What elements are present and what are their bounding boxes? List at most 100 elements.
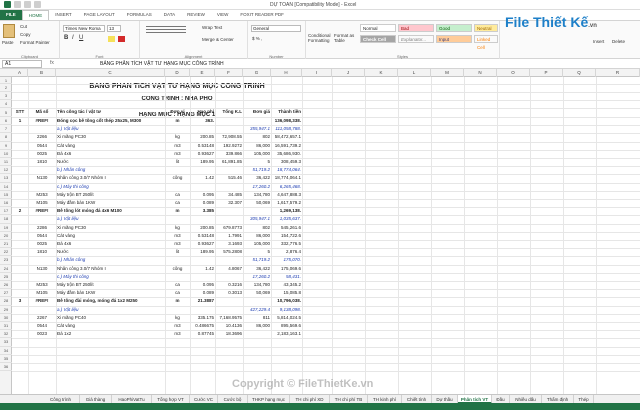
copy-button[interactable]: Copy — [20, 32, 31, 37]
undo-icon[interactable] — [24, 1, 31, 8]
cell[interactable]: 189.95 — [191, 249, 214, 254]
style-input[interactable]: Input — [436, 35, 472, 43]
column-header[interactable]: O — [497, 69, 530, 77]
tab-view[interactable]: VIEW — [211, 10, 235, 20]
cell[interactable]: 0544 — [29, 233, 55, 238]
row-header[interactable]: 24 — [0, 265, 12, 273]
cell[interactable]: 2266 — [29, 134, 55, 139]
row-header[interactable]: 4 — [0, 100, 12, 108]
style-bad[interactable]: Bad — [398, 24, 434, 32]
cell[interactable]: 679.8773 — [216, 225, 242, 230]
cell[interactable]: Máy đầm bàn 1KW — [57, 290, 164, 295]
cell[interactable]: Bê tông lót móng đá 4x6 M100 — [57, 208, 164, 213]
cell[interactable]: 0.089 — [191, 200, 214, 205]
cell[interactable]: 0.93627 — [191, 241, 214, 246]
format-painter-button[interactable]: Format Painter — [20, 40, 50, 45]
cell[interactable]: 0.486675 — [191, 323, 214, 328]
cell[interactable]: 0025 — [29, 241, 55, 246]
row-header[interactable]: 15 — [0, 191, 12, 199]
bold-icon[interactable]: B — [64, 35, 68, 41]
cell[interactable]: 36,422 — [244, 175, 270, 180]
cell[interactable]: #REF! — [29, 298, 55, 303]
tab-data[interactable]: DATA — [158, 10, 181, 20]
column-header[interactable]: M — [431, 69, 464, 77]
conditional-formatting-button[interactable]: Conditional Formatting — [308, 33, 331, 43]
cell[interactable]: m3 — [166, 241, 189, 246]
cell[interactable]: 58,472,657.1 — [272, 134, 301, 139]
cell[interactable]: công — [166, 266, 189, 271]
cell[interactable]: 105,000 — [244, 151, 270, 156]
cell[interactable]: 0.87745 — [191, 331, 214, 336]
cell[interactable]: a.) Vật liệu — [57, 307, 164, 312]
cell[interactable]: m — [166, 118, 189, 123]
align-lines-icon[interactable] — [146, 26, 186, 27]
cell[interactable]: kg — [166, 315, 189, 320]
cell[interactable]: 3.385 — [191, 208, 214, 213]
column-header[interactable]: N — [464, 69, 497, 77]
cell[interactable]: Mã số — [29, 109, 55, 114]
cell[interactable]: 10.4136 — [216, 323, 242, 328]
cell[interactable]: 134,780 — [244, 192, 270, 197]
cell[interactable]: 111,058,788. — [272, 126, 301, 131]
cell[interactable]: 105,000 — [244, 241, 270, 246]
cell[interactable]: 17,260.2 — [244, 274, 270, 279]
cell[interactable]: N130 — [29, 266, 55, 271]
row-header[interactable]: 28 — [0, 297, 12, 306]
row-header[interactable]: 3 — [0, 92, 12, 100]
cell[interactable]: Nhân công 3.0/7 Nhóm I — [57, 266, 164, 271]
cell[interactable]: 134,780 — [244, 282, 270, 287]
style-neutral[interactable]: Neutral — [474, 24, 498, 32]
cell[interactable]: 0.089 — [191, 290, 214, 295]
row-header[interactable]: 11 — [0, 158, 12, 167]
cell[interactable]: 43,345.2 — [272, 282, 301, 287]
cell[interactable]: 15,085.8 — [272, 290, 301, 295]
row-header[interactable]: 18 — [0, 215, 12, 224]
cell[interactable]: M105 — [29, 290, 55, 295]
cell[interactable]: 515.46 — [216, 175, 242, 180]
cell[interactable]: 1810 — [29, 249, 55, 254]
cell[interactable]: 200.85 — [191, 134, 214, 139]
cell[interactable]: 3.1693 — [216, 241, 242, 246]
cell[interactable]: 2,183,163.1 — [272, 331, 301, 336]
paste-icon[interactable] — [3, 24, 15, 38]
tab-formulas[interactable]: FORMULAS — [121, 10, 158, 20]
cell[interactable]: 1.7991 — [216, 233, 242, 238]
column-header[interactable]: P — [530, 69, 563, 77]
style-check-cell[interactable]: Check Cell — [360, 35, 396, 43]
cell[interactable]: 1,617,579.2 — [272, 200, 301, 205]
row-header[interactable]: 1 — [0, 77, 12, 84]
tab-page-layout[interactable]: PAGE LAYOUT — [78, 10, 121, 20]
delete-button[interactable]: Delete — [612, 39, 625, 44]
cell[interactable]: Máy trộn BT 250lít — [57, 282, 164, 287]
row-header[interactable]: 21 — [0, 240, 12, 249]
cell[interactable]: 5 — [244, 249, 270, 254]
row-header[interactable]: 30 — [0, 314, 12, 322]
redo-icon[interactable] — [34, 1, 41, 8]
font-color-icon[interactable] — [118, 36, 125, 42]
cell[interactable]: M105 — [29, 200, 55, 205]
font-size-select[interactable]: 13 — [107, 25, 121, 32]
cell[interactable]: m — [166, 298, 189, 303]
column-header[interactable]: H — [271, 69, 302, 77]
style-explanatory[interactable]: Explanator... — [398, 35, 434, 43]
cell[interactable]: b.) Nhân công — [57, 167, 164, 172]
format-as-table-button[interactable]: Format as Table — [334, 33, 356, 43]
cell[interactable]: 427,229.4 — [244, 307, 270, 312]
cell[interactable]: Đá 4x6 — [57, 151, 164, 156]
cell[interactable]: Xi măng PC40 — [57, 315, 164, 320]
cell[interactable]: 17,260.2 — [244, 184, 270, 189]
row-header[interactable]: 20 — [0, 232, 12, 240]
fill-color-icon[interactable] — [108, 36, 115, 42]
row-header[interactable]: 2 — [0, 84, 12, 92]
cell[interactable]: lit — [166, 159, 189, 164]
row-header[interactable]: 27 — [0, 289, 12, 298]
cell[interactable]: 335.175 — [191, 315, 214, 320]
cell[interactable]: Cát vàng — [57, 323, 164, 328]
currency-icon[interactable]: $ % , — [252, 36, 262, 41]
column-header[interactable]: I — [302, 69, 332, 77]
row-header[interactable]: 7 — [0, 125, 12, 134]
cell[interactable]: Hao phí — [191, 109, 215, 114]
cell[interactable]: Nước — [57, 249, 164, 254]
cell[interactable]: 18,774,064.1 — [272, 175, 301, 180]
cell[interactable]: 363. — [191, 118, 214, 123]
